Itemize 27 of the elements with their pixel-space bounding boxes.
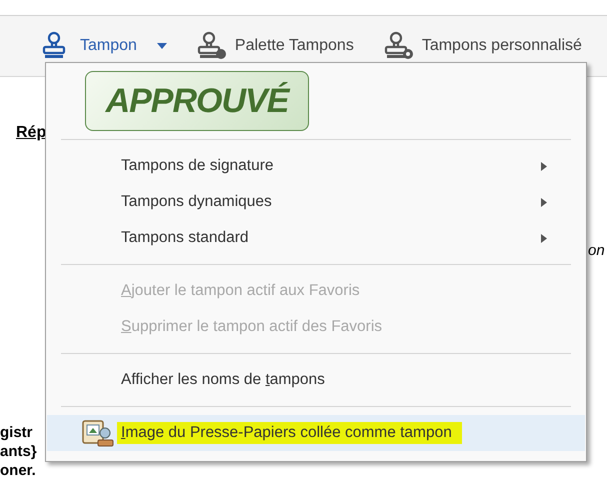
stamp-palette-icon: [196, 31, 227, 61]
menu-item[interactable]: Image du Presse-Papiers collée comme tampon: [47, 415, 585, 451]
document-text: ants}: [0, 443, 37, 460]
clipboard-stamp-icon: [81, 418, 115, 448]
menu-item-label: Ajouter le tampon actif aux Favoris: [121, 282, 360, 300]
submenu-arrow-icon: [541, 198, 547, 207]
toolbar-button[interactable]: Palette Tampons: [196, 31, 354, 61]
menu-item[interactable]: Tampons de signature: [47, 148, 585, 184]
menu-item[interactable]: Tampons dynamiques: [47, 184, 585, 220]
menu-item[interactable]: Tampons standard: [47, 220, 585, 256]
document-heading: Rép: [16, 124, 48, 142]
toolbar-button[interactable]: Tampons personnalisé: [384, 31, 582, 61]
menu-item-label: Image du Presse-Papiers collée comme tampon: [117, 422, 462, 444]
menu-item[interactable]: Afficher les noms de tampons: [47, 362, 585, 398]
menu-item-label: Tampons standard: [121, 229, 249, 247]
menu-item-label: Tampons dynamiques: [121, 193, 272, 211]
menu-item-label: Tampons de signature: [121, 157, 274, 175]
approved-stamp[interactable]: APPROUVÉ: [85, 71, 309, 131]
document-text: on: [588, 242, 605, 259]
menu-item-label: Afficher les noms de tampons: [121, 371, 325, 389]
stamp-gear-icon: [384, 31, 414, 61]
toolbar-button[interactable]: Tampon: [42, 31, 167, 61]
document-text: gistr: [0, 424, 33, 441]
submenu-arrow-icon: [541, 162, 547, 171]
submenu-arrow-icon: [541, 234, 547, 243]
menu-item-label: Supprimer le tampon actif des Favoris: [121, 318, 382, 336]
document-text: oner.: [0, 462, 36, 479]
